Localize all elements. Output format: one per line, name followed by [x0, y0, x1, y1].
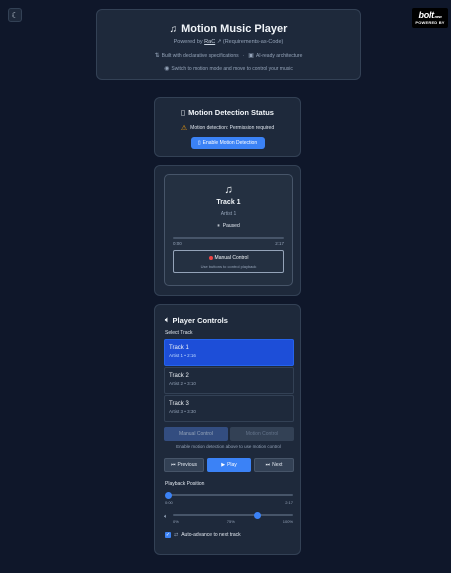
track-name: Track 1: [169, 345, 189, 351]
auto-advance-row: ✓ ⇄ Auto-advance to next track: [165, 532, 241, 538]
playback-position-slider[interactable]: [164, 491, 293, 499]
position-start: 0:00: [165, 500, 173, 505]
enable-motion-button[interactable]: ▯ Enable Motion Detection: [190, 137, 265, 149]
volume-min: 0%: [173, 519, 179, 524]
track-name: Track 2: [169, 373, 189, 379]
mode-hint: Enable motion detection above to use mot…: [176, 444, 281, 449]
track-item-1[interactable]: Track 1 Artist 1 • 2:16: [164, 339, 294, 366]
track-meta: Artist 1 • 2:16: [169, 353, 196, 358]
volume-mid: 75%: [226, 519, 235, 524]
track-item-3[interactable]: Track 3 Artist 3 • 3:30: [164, 395, 294, 422]
previous-button[interactable]: ⏮ Previous: [164, 458, 204, 472]
progress-bar: [173, 237, 284, 239]
now-playing-track: Track 1: [216, 199, 241, 206]
speaker-icon: 🔈︎: [165, 315, 170, 324]
time-current: 0:00: [173, 241, 182, 246]
position-times: 0:00 2:17: [165, 500, 293, 505]
motion-status-title-text: Motion Detection Status: [188, 108, 274, 117]
track-meta: Artist 3 • 3:30: [169, 409, 196, 414]
playback-position-label: Playback Position: [165, 481, 205, 487]
skip-back-icon: ⏮: [171, 462, 176, 468]
track-list: Track 1 Artist 1 • 2:16 Track 2 Artist 2…: [164, 339, 294, 423]
previous-label: Previous: [177, 462, 197, 468]
pause-icon: ⏸: [217, 223, 220, 229]
volume-icon: 🔈︎: [164, 514, 168, 520]
motion-status-text: Motion detection: Permission required: [190, 125, 275, 131]
player-controls-card: 🔈︎ Player Controls Select Track Track 1 …: [154, 304, 301, 555]
track-item-2[interactable]: Track 2 Artist 2 • 3:10: [164, 367, 294, 394]
play-button[interactable]: ▶ Play: [207, 458, 251, 472]
shuffle-icon: ⇄: [174, 532, 179, 538]
bolt-logo: bolt.new: [418, 10, 442, 20]
transport-controls: ⏮ Previous ▶ Play ⏭ Next: [164, 458, 294, 472]
control-mode-title: Manual Control: [174, 255, 283, 261]
playback-state: ⏸ Paused: [165, 223, 292, 229]
feature-separator: ·: [242, 52, 245, 59]
mode-toggle: Manual Control Motion Control: [164, 427, 294, 441]
play-icon: ▶: [221, 462, 226, 468]
auto-advance-label: Auto-advance to next track: [181, 532, 241, 538]
bolt-powered-text: POWERED BY: [415, 20, 445, 25]
rac-link[interactable]: RaC: [204, 39, 215, 45]
progress-times: 0:00 2:17: [173, 241, 284, 246]
feature-1-text: Built with declarative specifications: [161, 53, 239, 59]
page-title-text: Motion Music Player: [181, 23, 288, 35]
motion-status-card: ▯ Motion Detection Status ⚠ Motion detec…: [154, 97, 301, 157]
now-playing-card: ♫ Track 1 Artist 1 ⏸ Paused 0:00 2:17 Ma…: [154, 165, 301, 296]
control-mode-hint: Use buttons to control playback: [200, 264, 257, 269]
now-playing-panel: ♫ Track 1 Artist 1 ⏸ Paused 0:00 2:17 Ma…: [164, 174, 293, 286]
eye-icon: ◉: [164, 66, 170, 72]
now-playing-artist: Artist 1: [220, 211, 237, 217]
header-card: ♫ Motion Music Player Powered by RaC ↗ (…: [96, 9, 361, 80]
playback-state-text: Paused: [222, 223, 240, 229]
control-mode-box: Manual Control Use buttons to control pl…: [173, 250, 284, 273]
manual-control-button[interactable]: Manual Control: [164, 427, 228, 441]
volume-max: 100%: [282, 519, 293, 524]
player-controls-title-text: Player Controls: [172, 315, 228, 325]
auto-advance-checkbox[interactable]: ✓: [165, 532, 171, 538]
chip-icon: ▣: [248, 53, 254, 59]
page-title: ♫ Motion Music Player: [97, 23, 360, 35]
phone-icon: ▯: [181, 108, 186, 117]
next-button[interactable]: ⏭ Next: [254, 458, 294, 472]
volume-thumb[interactable]: [253, 511, 261, 519]
control-mode-title-text: Manual Control: [214, 255, 249, 261]
music-note-icon: ♫: [224, 184, 233, 196]
feature-line: ⇅ Built with declarative specifications ·…: [97, 52, 360, 60]
enable-motion-label: Enable Motion Detection: [202, 140, 258, 146]
track-name: Track 3: [169, 401, 189, 407]
motion-status-title: ▯ Motion Detection Status: [155, 108, 300, 117]
time-total: 2:17: [275, 241, 284, 246]
skip-forward-icon: ⏭: [265, 462, 271, 468]
volume-slider[interactable]: [173, 511, 293, 519]
phone-icon: ▯: [197, 140, 201, 146]
motion-control-button[interactable]: Motion Control: [230, 427, 294, 441]
music-note-icon: ♫: [169, 23, 178, 35]
warning-icon: ⚠: [180, 125, 188, 132]
status-dot-icon: [208, 256, 213, 260]
play-label: Play: [227, 462, 237, 468]
rac-full-text: (Requirements-as-Code): [222, 39, 284, 45]
feature-2-text: AI-ready architecture: [255, 53, 303, 59]
powered-by-text: Powered by: [173, 39, 203, 45]
player-controls-title: 🔈︎ Player Controls: [165, 315, 228, 325]
motion-status-message: ⚠ Motion detection: Permission required: [155, 124, 300, 132]
moon-icon: ☾: [11, 10, 19, 20]
header-hint: ◉ Switch to motion mode and move to contr…: [97, 65, 360, 72]
header-hint-text: Switch to motion mode and move to contro…: [171, 66, 293, 72]
code-icon: ⇅: [154, 53, 160, 59]
position-end: 2:17: [285, 500, 293, 505]
select-track-label: Select Track: [165, 330, 193, 336]
track-meta: Artist 2 • 3:10: [169, 381, 196, 386]
bolt-badge[interactable]: bolt.new POWERED BY: [412, 8, 448, 28]
playback-position-thumb[interactable]: [164, 491, 172, 499]
volume-scale: 0% 75% 100%: [173, 519, 293, 524]
theme-toggle-button[interactable]: ☾: [8, 8, 22, 22]
next-label: Next: [272, 462, 283, 468]
powered-by-line: Powered by RaC ↗ (Requirements-as-Code): [97, 39, 360, 45]
external-link-icon: ↗: [216, 39, 222, 45]
